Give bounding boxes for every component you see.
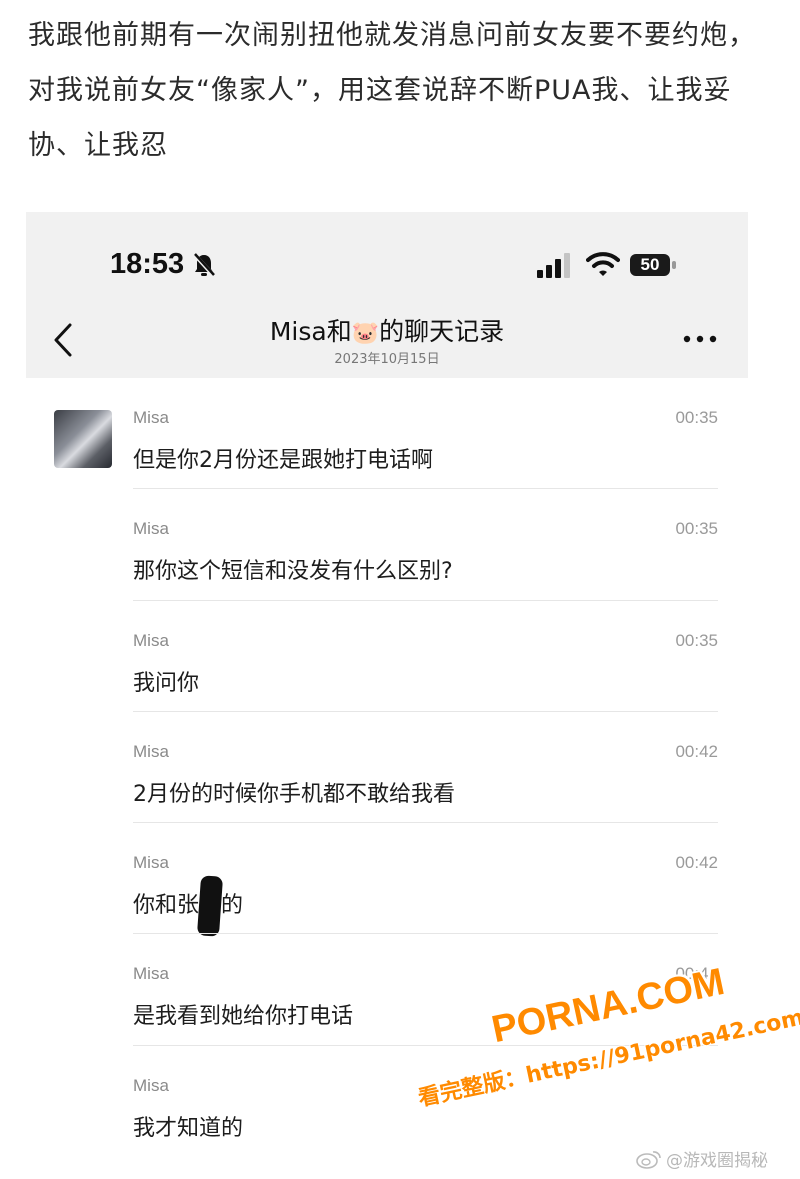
more-options-icon[interactable] [682,334,718,344]
redaction-mark [196,875,224,937]
message-text: 但是你2月份还是跟她打电话啊 [133,448,433,473]
message-sender: Misa [133,630,169,650]
battery-indicator: 50 [630,254,676,278]
cellular-signal-icon [537,253,570,278]
message-text-after: 的 [221,893,244,919]
message-item: Misa 00:35 但是你2月份还是跟她打电话啊 [26,378,748,490]
message-sender: Misa [133,519,169,539]
message-sender: Misa [133,408,169,427]
message-sender: Misa [133,1075,169,1095]
chat-header: 18:53 50 Misa和🐷的聊天记录 2023年10月15日 [26,212,748,378]
message-time: 00:35 [675,408,718,427]
chat-title: Misa和🐷的聊天记录 [26,312,748,348]
message-item: Misa 00:35 我问你 [26,601,748,712]
message-sender: Misa [133,964,169,984]
message-item: Misa 00:35 那你这个短信和没发有什么区别? [26,489,748,601]
message-text-before: 你和张 [133,893,200,919]
battery-cap [672,261,676,269]
avatar[interactable] [54,410,112,468]
chat-date: 2023年10月15日 [334,352,440,367]
message-time: 00:42 [675,741,718,761]
message-time: 00:42 [675,853,718,873]
message-item: Misa 00:42 2月份的时候你手机都不敢给我看 [26,712,748,824]
message-text: 那你这个短信和没发有什么区别? [133,559,453,585]
bell-muted-icon [192,252,216,278]
message-text: 我才知道的 [133,1115,244,1141]
message-sender: Misa [133,853,169,873]
status-time: 18:53 [110,248,185,280]
message-time: 00:35 [675,519,718,539]
message-text: 2月份的时候你手机都不敢给我看 [133,781,455,807]
message-time: 00:35 [675,630,718,650]
weibo-handle: @游戏圈揭秘 [666,1151,768,1171]
chat-title-prefix: Misa和 [269,317,352,346]
message-text: 是我看到她给你打电话 [133,1004,354,1030]
message-sender: Misa [133,741,169,761]
message-text: 我问你 [133,670,200,696]
pig-emoji-icon: 🐷 [351,321,380,346]
weibo-watermark: @游戏圈揭秘 [636,1146,768,1171]
weibo-icon [636,1150,661,1169]
post-text: 我跟他前期有一次闹别扭他就发消息问前女友要不要约炮，对我说前女友“像家人”，用这… [28,20,756,161]
message-text: 你和张的 [133,875,244,937]
battery-level: 50 [630,254,670,276]
chat-title-suffix: 的聊天记录 [379,317,505,346]
message-item: Misa 00:42 你和张的 [26,823,748,937]
wifi-icon [586,252,620,276]
